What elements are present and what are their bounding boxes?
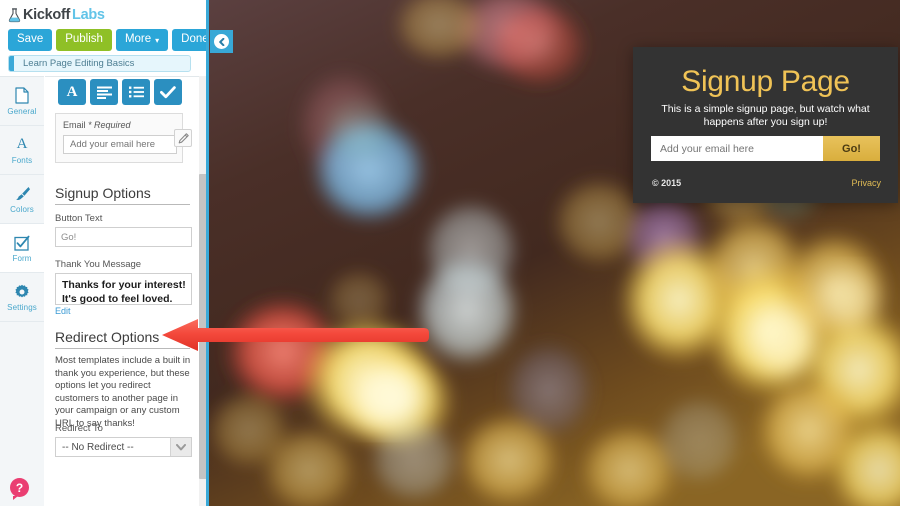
signup-modal-subtitle: This is a simple signup page, but watch … [661, 103, 870, 128]
email-label-main: Email [63, 120, 86, 130]
form-settings-column: A Email * Required Add your email here S… [45, 76, 200, 506]
more-label: More [124, 33, 152, 46]
button-text-label: Button Text [55, 213, 103, 224]
email-field-card: Email * Required [55, 113, 183, 163]
email-preview-input[interactable] [63, 135, 177, 154]
done-button[interactable]: Done [172, 29, 207, 51]
email-field-label: Email * Required [63, 120, 175, 130]
checkmark-icon[interactable] [154, 79, 182, 105]
chevron-down-icon: ▾ [155, 36, 160, 45]
sidebar-label-fonts: Fonts [11, 155, 33, 165]
editor-action-toolbar: Save Publish More ▾ Done [8, 29, 207, 51]
sidebar-item-colors[interactable]: Colors [0, 175, 44, 224]
help-button[interactable]: ? [10, 478, 29, 500]
align-left-icon[interactable] [90, 79, 118, 105]
publish-button[interactable]: Publish [56, 29, 112, 51]
panel-divider [206, 0, 209, 506]
chevron-left-circle-icon [214, 34, 229, 49]
signup-email-input[interactable] [651, 136, 823, 161]
sidebar-label-settings: Settings [7, 302, 37, 312]
signup-form: Go! [651, 136, 880, 161]
letter-a-icon: A [16, 136, 28, 152]
button-text-input[interactable] [55, 227, 192, 247]
editor-panel: Kickoff Labs Save Publish More ▾ Done Lea… [0, 0, 207, 506]
redirect-options-description: Most templates include a built in thank … [55, 355, 191, 429]
save-button[interactable]: Save [8, 29, 53, 51]
question-mark-icon: ? [15, 480, 24, 495]
signup-privacy-link[interactable]: Privacy [851, 178, 881, 188]
sidebar-label-form: Form [12, 253, 32, 263]
sidebar-item-form[interactable]: Form [0, 224, 44, 273]
signup-copyright: © 2015 [652, 178, 682, 188]
email-label-required: * Required [88, 120, 131, 130]
learn-bar-label: Learn Page Editing Basics [23, 58, 135, 69]
collapse-panel-button[interactable] [210, 30, 233, 53]
redirect-to-selected-value: -- No Redirect -- [62, 441, 134, 453]
kickofflabs-logo[interactable]: Kickoff Labs [8, 5, 105, 25]
chevron-down-icon [170, 438, 191, 456]
signup-options-heading: Signup Options [55, 185, 190, 205]
redirect-to-label: Redirect To [55, 423, 103, 434]
kickofflabs-page-editor: Signup Page This is a simple signup page… [0, 0, 900, 506]
thank-you-line-2: It's good to feel loved. [62, 293, 173, 305]
bullet-list-icon[interactable] [122, 79, 150, 105]
logo-text-labs: Labs [72, 6, 105, 23]
more-dropdown-button[interactable]: More ▾ [115, 29, 169, 51]
flask-icon [8, 7, 21, 23]
sidebar-label-colors: Colors [10, 204, 34, 214]
redirect-options-heading: Redirect Options [55, 329, 190, 349]
text-style-icon[interactable]: A [58, 79, 86, 105]
redirect-to-select[interactable]: -- No Redirect -- [55, 437, 192, 457]
sidebar-item-general[interactable]: General [0, 77, 44, 126]
page-preview-area: Signup Page This is a simple signup page… [209, 0, 900, 506]
sidebar-label-general: General [7, 106, 37, 116]
thank-you-message-label: Thank You Message [55, 259, 142, 270]
signup-page-modal: Signup Page This is a simple signup page… [633, 47, 898, 203]
thank-you-message-preview[interactable]: Thanks for your interest! It's good to f… [55, 273, 192, 305]
text-format-toolbar: A [58, 79, 182, 105]
edit-thank-you-link[interactable]: Edit [55, 306, 71, 316]
editor-sidebar-nav: General A Fonts Colors Form Settings [0, 76, 44, 506]
gear-icon [14, 283, 30, 301]
signup-modal-title: Signup Page [681, 65, 850, 98]
thank-you-line-1: Thanks for your interest! [62, 279, 186, 291]
signup-submit-button[interactable]: Go! [823, 136, 880, 161]
sidebar-item-fonts[interactable]: A Fonts [0, 126, 44, 175]
logo-text-kickoff: Kickoff [23, 6, 71, 23]
paintbrush-icon [14, 185, 31, 203]
pencil-icon[interactable] [174, 129, 192, 147]
sidebar-item-settings[interactable]: Settings [0, 273, 44, 322]
document-icon [15, 87, 29, 105]
learn-page-editing-basics-bar[interactable]: Learn Page Editing Basics [8, 55, 191, 72]
checkbox-icon [14, 234, 30, 252]
